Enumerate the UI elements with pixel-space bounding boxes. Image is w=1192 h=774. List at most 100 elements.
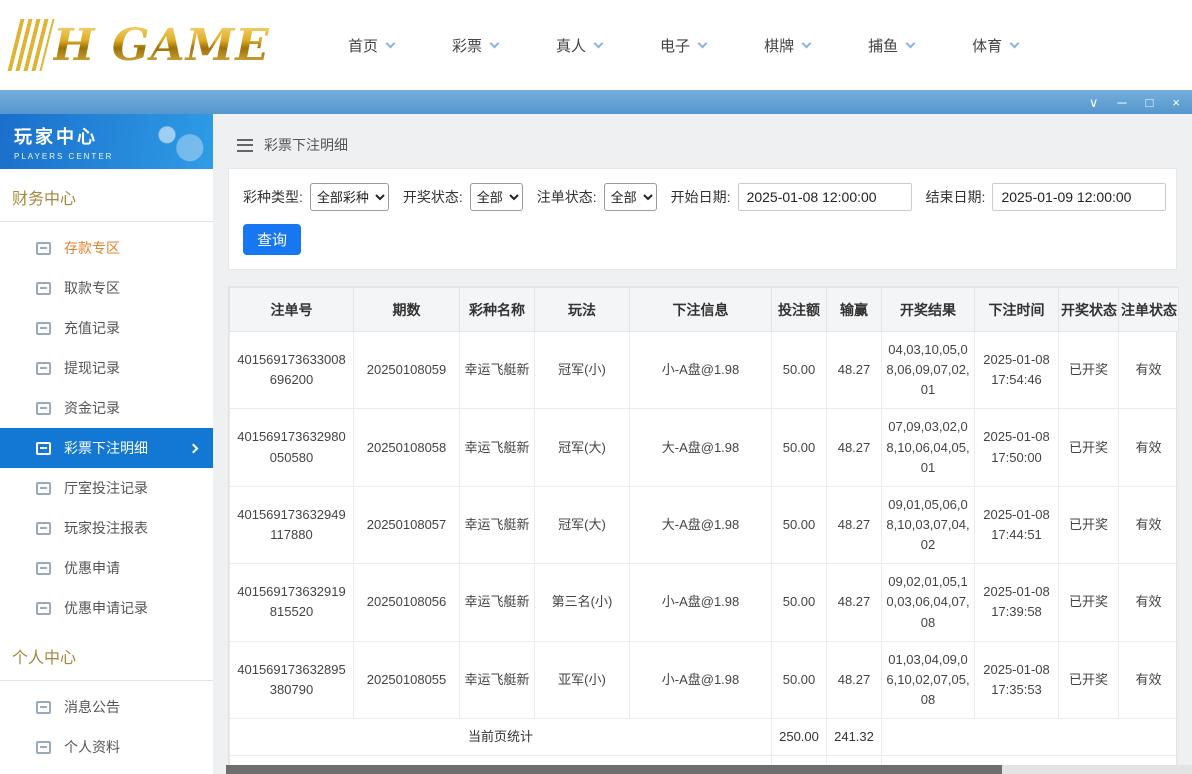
window-minimize-icon[interactable]: ─ (1117, 96, 1126, 109)
page-title: 彩票下注明细 (264, 135, 348, 155)
sidebar-item-promo-apply[interactable]: 优惠申请 (0, 548, 213, 588)
filter-panel: 彩种类型: 全部彩种 开奖状态: 全部 注单状态: 全部 开始日期: 结束日期:… (228, 168, 1177, 270)
sidebar-header: 玩家中心 PLAYERS CENTER (0, 114, 213, 169)
table-cell: 401569173632919815520 (230, 564, 354, 641)
column-header: 注单状态 (1119, 288, 1179, 332)
table-cell: 已开奖 (1059, 564, 1119, 641)
table-cell: 第三名(小) (535, 564, 630, 641)
chevron-down-icon (802, 39, 812, 49)
hamburger-icon[interactable] (237, 139, 253, 152)
table-cell: 2025-01-08 17:35:53 (975, 641, 1059, 718)
nav-item-lottery[interactable]: 彩票 (452, 35, 498, 56)
table-cell: 大-A盘@1.98 (630, 486, 772, 563)
table-row: 40156917363291981552020250108056幸运飞艇新第三名… (230, 564, 1179, 641)
sidebar-item-label: 取款专区 (64, 278, 120, 298)
table-cell: 已开奖 (1059, 641, 1119, 718)
table-cell: 幸运飞艇新 (460, 409, 535, 486)
sidebar-item-deposit-zone[interactable]: 存款专区 (0, 228, 213, 268)
window-maximize-icon[interactable]: □ (1146, 96, 1154, 109)
chevron-down-icon (386, 39, 396, 49)
table-body: 40156917363300869620020250108059幸运飞艇新冠军(… (230, 332, 1179, 719)
summary-empty (882, 719, 1179, 756)
sidebar-title: 玩家中心 (14, 123, 213, 149)
order-status-label: 注单状态: (537, 187, 597, 207)
sidebar-item-label: 优惠申请记录 (64, 598, 148, 618)
horizontal-scrollbar-thumb[interactable] (226, 765, 1002, 774)
nav-item-fishing[interactable]: 捕鱼 (868, 35, 914, 56)
sidebar-item-promo-apply-records[interactable]: 优惠申请记录 (0, 588, 213, 628)
table-cell: 冠军(小) (535, 332, 630, 409)
table-cell: 48.27 (827, 409, 882, 486)
table-cell: 已开奖 (1059, 332, 1119, 409)
sidebar: 玩家中心 PLAYERS CENTER 财务中心 存款专区 取款专区 充值记录 … (0, 114, 213, 774)
table-cell: 小-A盘@1.98 (630, 332, 772, 409)
nav-item-slots[interactable]: 电子 (660, 35, 706, 56)
nav-item-label: 棋牌 (764, 35, 794, 56)
table-cell: 50.00 (772, 332, 827, 409)
column-header: 下注信息 (630, 288, 772, 332)
sidebar-item-player-bet-report[interactable]: 玩家投注报表 (0, 508, 213, 548)
sidebar-item-label: 玩家投注报表 (64, 518, 148, 538)
nav-item-sports[interactable]: 体育 (972, 35, 1018, 56)
table-cell: 有效 (1119, 409, 1179, 486)
table-row: 40156917363289538079020250108055幸运飞艇新亚军(… (230, 641, 1179, 718)
table-cell: 小-A盘@1.98 (630, 641, 772, 718)
logo-mark-h-icon (8, 19, 55, 71)
table-cell: 幸运飞艇新 (460, 564, 535, 641)
table-cell: 401569173632980050580 (230, 409, 354, 486)
bell-icon (36, 701, 51, 714)
sidebar-item-lottery-bet-details[interactable]: 彩票下注明细 (0, 428, 213, 468)
sidebar-item-hall-bet-records[interactable]: 厅室投注记录 (0, 468, 213, 508)
window-collapse-icon[interactable]: ∨ (1089, 96, 1099, 109)
lottery-type-select[interactable]: 全部彩种 (310, 183, 389, 211)
chevron-down-icon (1010, 39, 1020, 49)
sidebar-item-withdraw-zone[interactable]: 取款专区 (0, 268, 213, 308)
nav-item-home[interactable]: 首页 (348, 35, 394, 56)
table-cell: 幸运飞艇新 (460, 486, 535, 563)
table-cell: 48.27 (827, 486, 882, 563)
table-cell: 大-A盘@1.98 (630, 409, 772, 486)
start-date-input[interactable] (738, 183, 912, 211)
table-cell: 2025-01-08 17:44:51 (975, 486, 1059, 563)
nav-item-label: 体育 (972, 35, 1002, 56)
window-close-icon[interactable]: × (1172, 96, 1180, 109)
chevron-right-icon (189, 443, 199, 453)
table-cell: 20250108058 (354, 409, 460, 486)
main-content: 彩票下注明细 彩种类型: 全部彩种 开奖状态: 全部 注单状态: 全部 开始日期… (213, 114, 1192, 774)
nav-item-label: 彩票 (452, 35, 482, 56)
sidebar-item-label: 存款专区 (64, 238, 120, 258)
column-header: 开奖结果 (882, 288, 975, 332)
end-date-input[interactable] (992, 183, 1166, 211)
table-cell: 2025-01-08 17:50:00 (975, 409, 1059, 486)
order-status-select[interactable]: 全部 (604, 183, 657, 211)
chevron-down-icon (594, 39, 604, 49)
nav-item-cards[interactable]: 棋牌 (764, 35, 810, 56)
search-button[interactable]: 查询 (243, 224, 301, 255)
app-shell: 玩家中心 PLAYERS CENTER 财务中心 存款专区 取款专区 充值记录 … (0, 114, 1192, 774)
user-icon (36, 741, 51, 754)
logo: H GAME (14, 19, 314, 71)
table-cell: 冠军(大) (535, 409, 630, 486)
nav-item-label: 真人 (556, 35, 586, 56)
nav-item-live[interactable]: 真人 (556, 35, 602, 56)
sidebar-item-funds-records[interactable]: 资金记录 (0, 388, 213, 428)
sidebar-section: 个人中心 消息公告 个人资料 修改密码 (0, 628, 213, 774)
nav-item-label: 电子 (660, 35, 690, 56)
table-cell: 50.00 (772, 409, 827, 486)
sidebar-item-change-password[interactable]: 修改密码 (0, 767, 213, 774)
chevron-down-icon (490, 39, 500, 49)
table-cell: 20250108057 (354, 486, 460, 563)
table-cell: 小-A盘@1.98 (630, 564, 772, 641)
sidebar-item-announcements[interactable]: 消息公告 (0, 687, 213, 727)
draw-status-select[interactable]: 全部 (470, 183, 523, 211)
table-cell: 已开奖 (1059, 486, 1119, 563)
table-cell: 亚军(小) (535, 641, 630, 718)
sidebar-item-withdraw-records[interactable]: 提现记录 (0, 348, 213, 388)
column-header: 彩种名称 (460, 288, 535, 332)
sidebar-item-profile[interactable]: 个人资料 (0, 727, 213, 767)
filter-row: 彩种类型: 全部彩种 开奖状态: 全部 注单状态: 全部 开始日期: 结束日期: (243, 183, 1162, 211)
draw-status-label: 开奖状态: (403, 187, 463, 207)
sidebar-item-recharge-records[interactable]: 充值记录 (0, 308, 213, 348)
summary-bet-total: 250.00 (772, 719, 827, 756)
table-row: 40156917363294911788020250108057幸运飞艇新冠军(… (230, 486, 1179, 563)
